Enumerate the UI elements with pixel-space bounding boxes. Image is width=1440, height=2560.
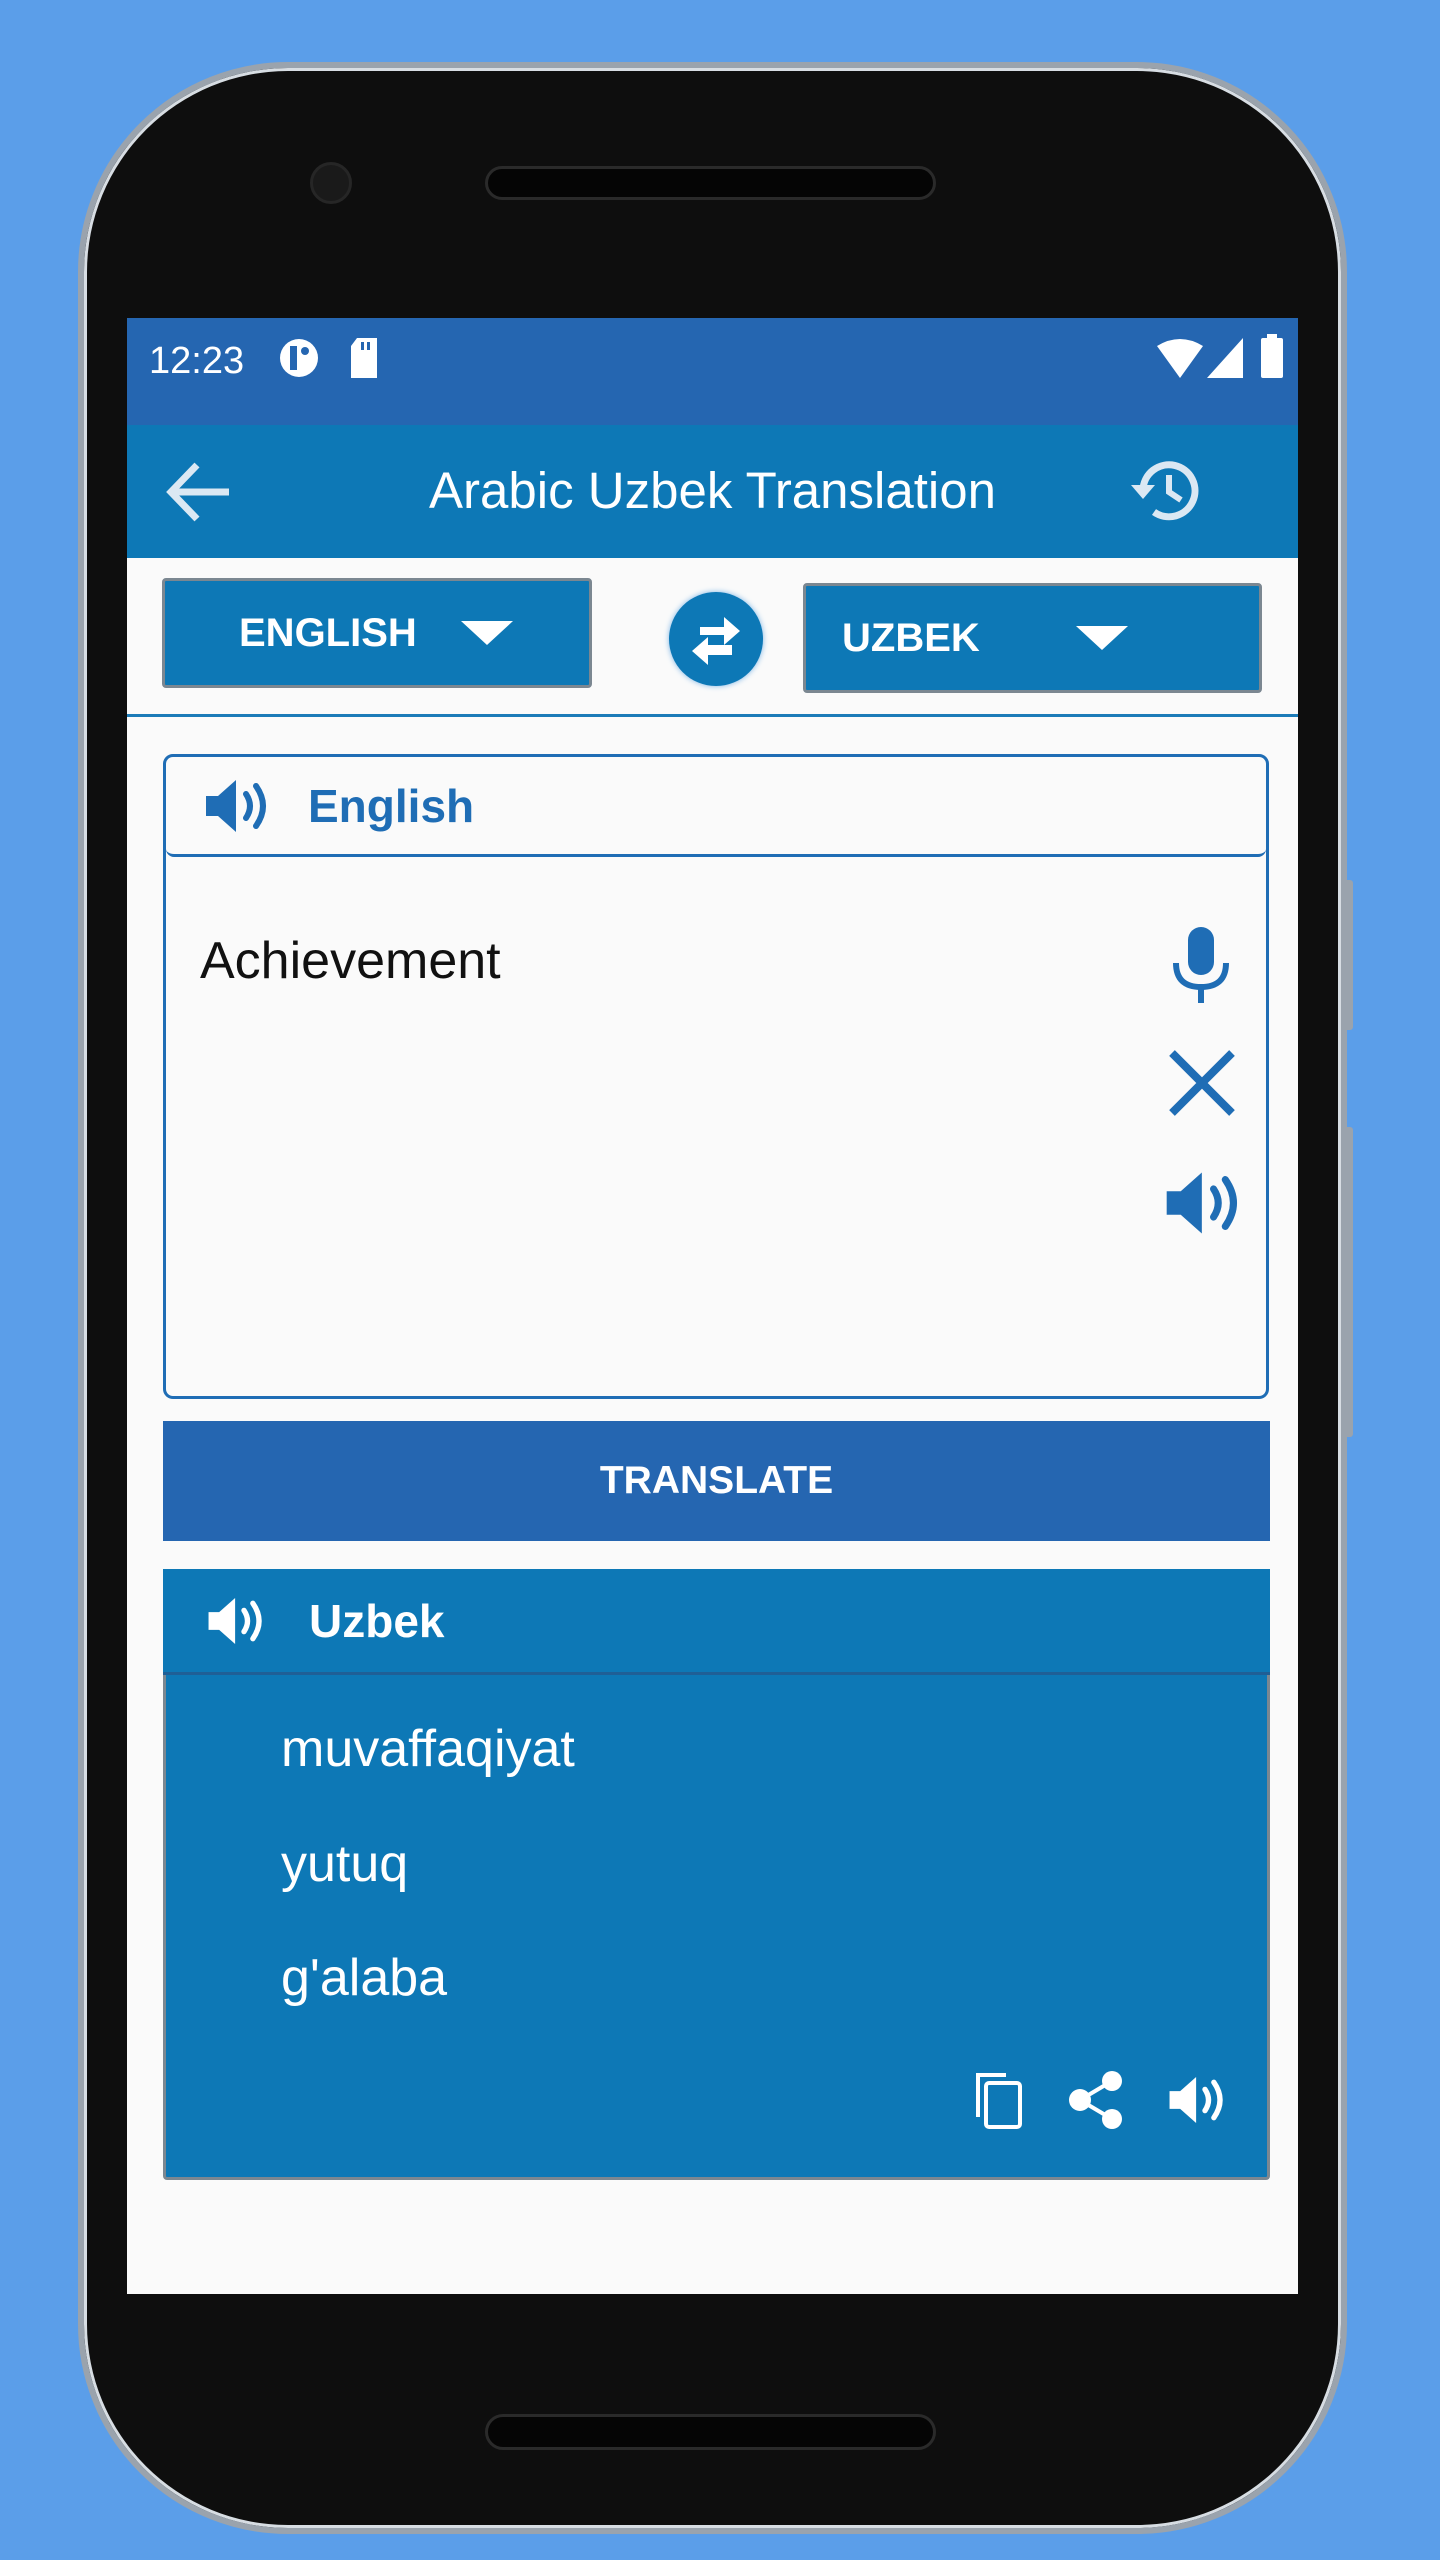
clear-icon[interactable] (1166, 1047, 1238, 1119)
status-bar: 12:23 (127, 318, 1298, 425)
swap-arrows-icon (692, 617, 740, 665)
notification-icon (280, 339, 318, 377)
input-text-field[interactable]: Achievement (200, 931, 501, 991)
input-card: English Achievement (163, 754, 1269, 1399)
earpiece-speaker (485, 166, 936, 200)
sd-card-icon (351, 338, 377, 378)
copy-icon[interactable] (972, 2071, 1024, 2129)
power-button (1343, 1127, 1353, 1437)
target-language-label: UZBEK (842, 615, 980, 660)
output-language-label: Uzbek (309, 1594, 445, 1647)
result-word: g'alaba (281, 1949, 448, 2007)
microphone-icon[interactable] (1166, 925, 1236, 1007)
speaker-icon[interactable] (202, 776, 272, 836)
share-icon[interactable] (1066, 2069, 1128, 2131)
result-word: yutuq (281, 1835, 409, 1893)
signal-icon (1207, 338, 1243, 378)
app-bar: Arabic Uzbek Translation (127, 425, 1298, 558)
speaker-icon[interactable] (205, 1594, 267, 1648)
target-language-dropdown[interactable]: UZBEK (803, 583, 1262, 693)
result-word: muvaffaqiyat (281, 1720, 575, 1778)
bottom-speaker (485, 2414, 936, 2450)
chevron-down-icon (1075, 626, 1128, 650)
history-icon[interactable] (1127, 455, 1205, 525)
input-language-label: English (308, 779, 475, 832)
source-language-dropdown[interactable]: ENGLISH (162, 578, 592, 688)
divider (127, 714, 1298, 717)
source-language-label: ENGLISH (239, 610, 417, 655)
chevron-down-icon (460, 621, 513, 645)
app-title: Arabic Uzbek Translation (429, 462, 996, 519)
battery-icon (1261, 334, 1283, 378)
swap-languages-button[interactable] (669, 592, 763, 686)
status-time: 12:23 (149, 340, 245, 382)
speaker-icon[interactable] (1166, 2073, 1228, 2127)
output-card: Uzbek muvaffaqiyat yutuq g'alaba (163, 1569, 1270, 2180)
translate-button[interactable]: TRANSLATE (163, 1421, 1270, 1541)
input-card-header: English (166, 757, 1266, 857)
phone-screen: 12:23 Arabic Uzbek Translation ENGLISH U… (127, 318, 1298, 2294)
output-card-header: Uzbek (163, 1569, 1270, 1675)
front-camera (310, 162, 352, 204)
volume-button (1343, 880, 1353, 1030)
wifi-icon (1157, 339, 1203, 378)
speaker-icon[interactable] (1162, 1167, 1244, 1239)
